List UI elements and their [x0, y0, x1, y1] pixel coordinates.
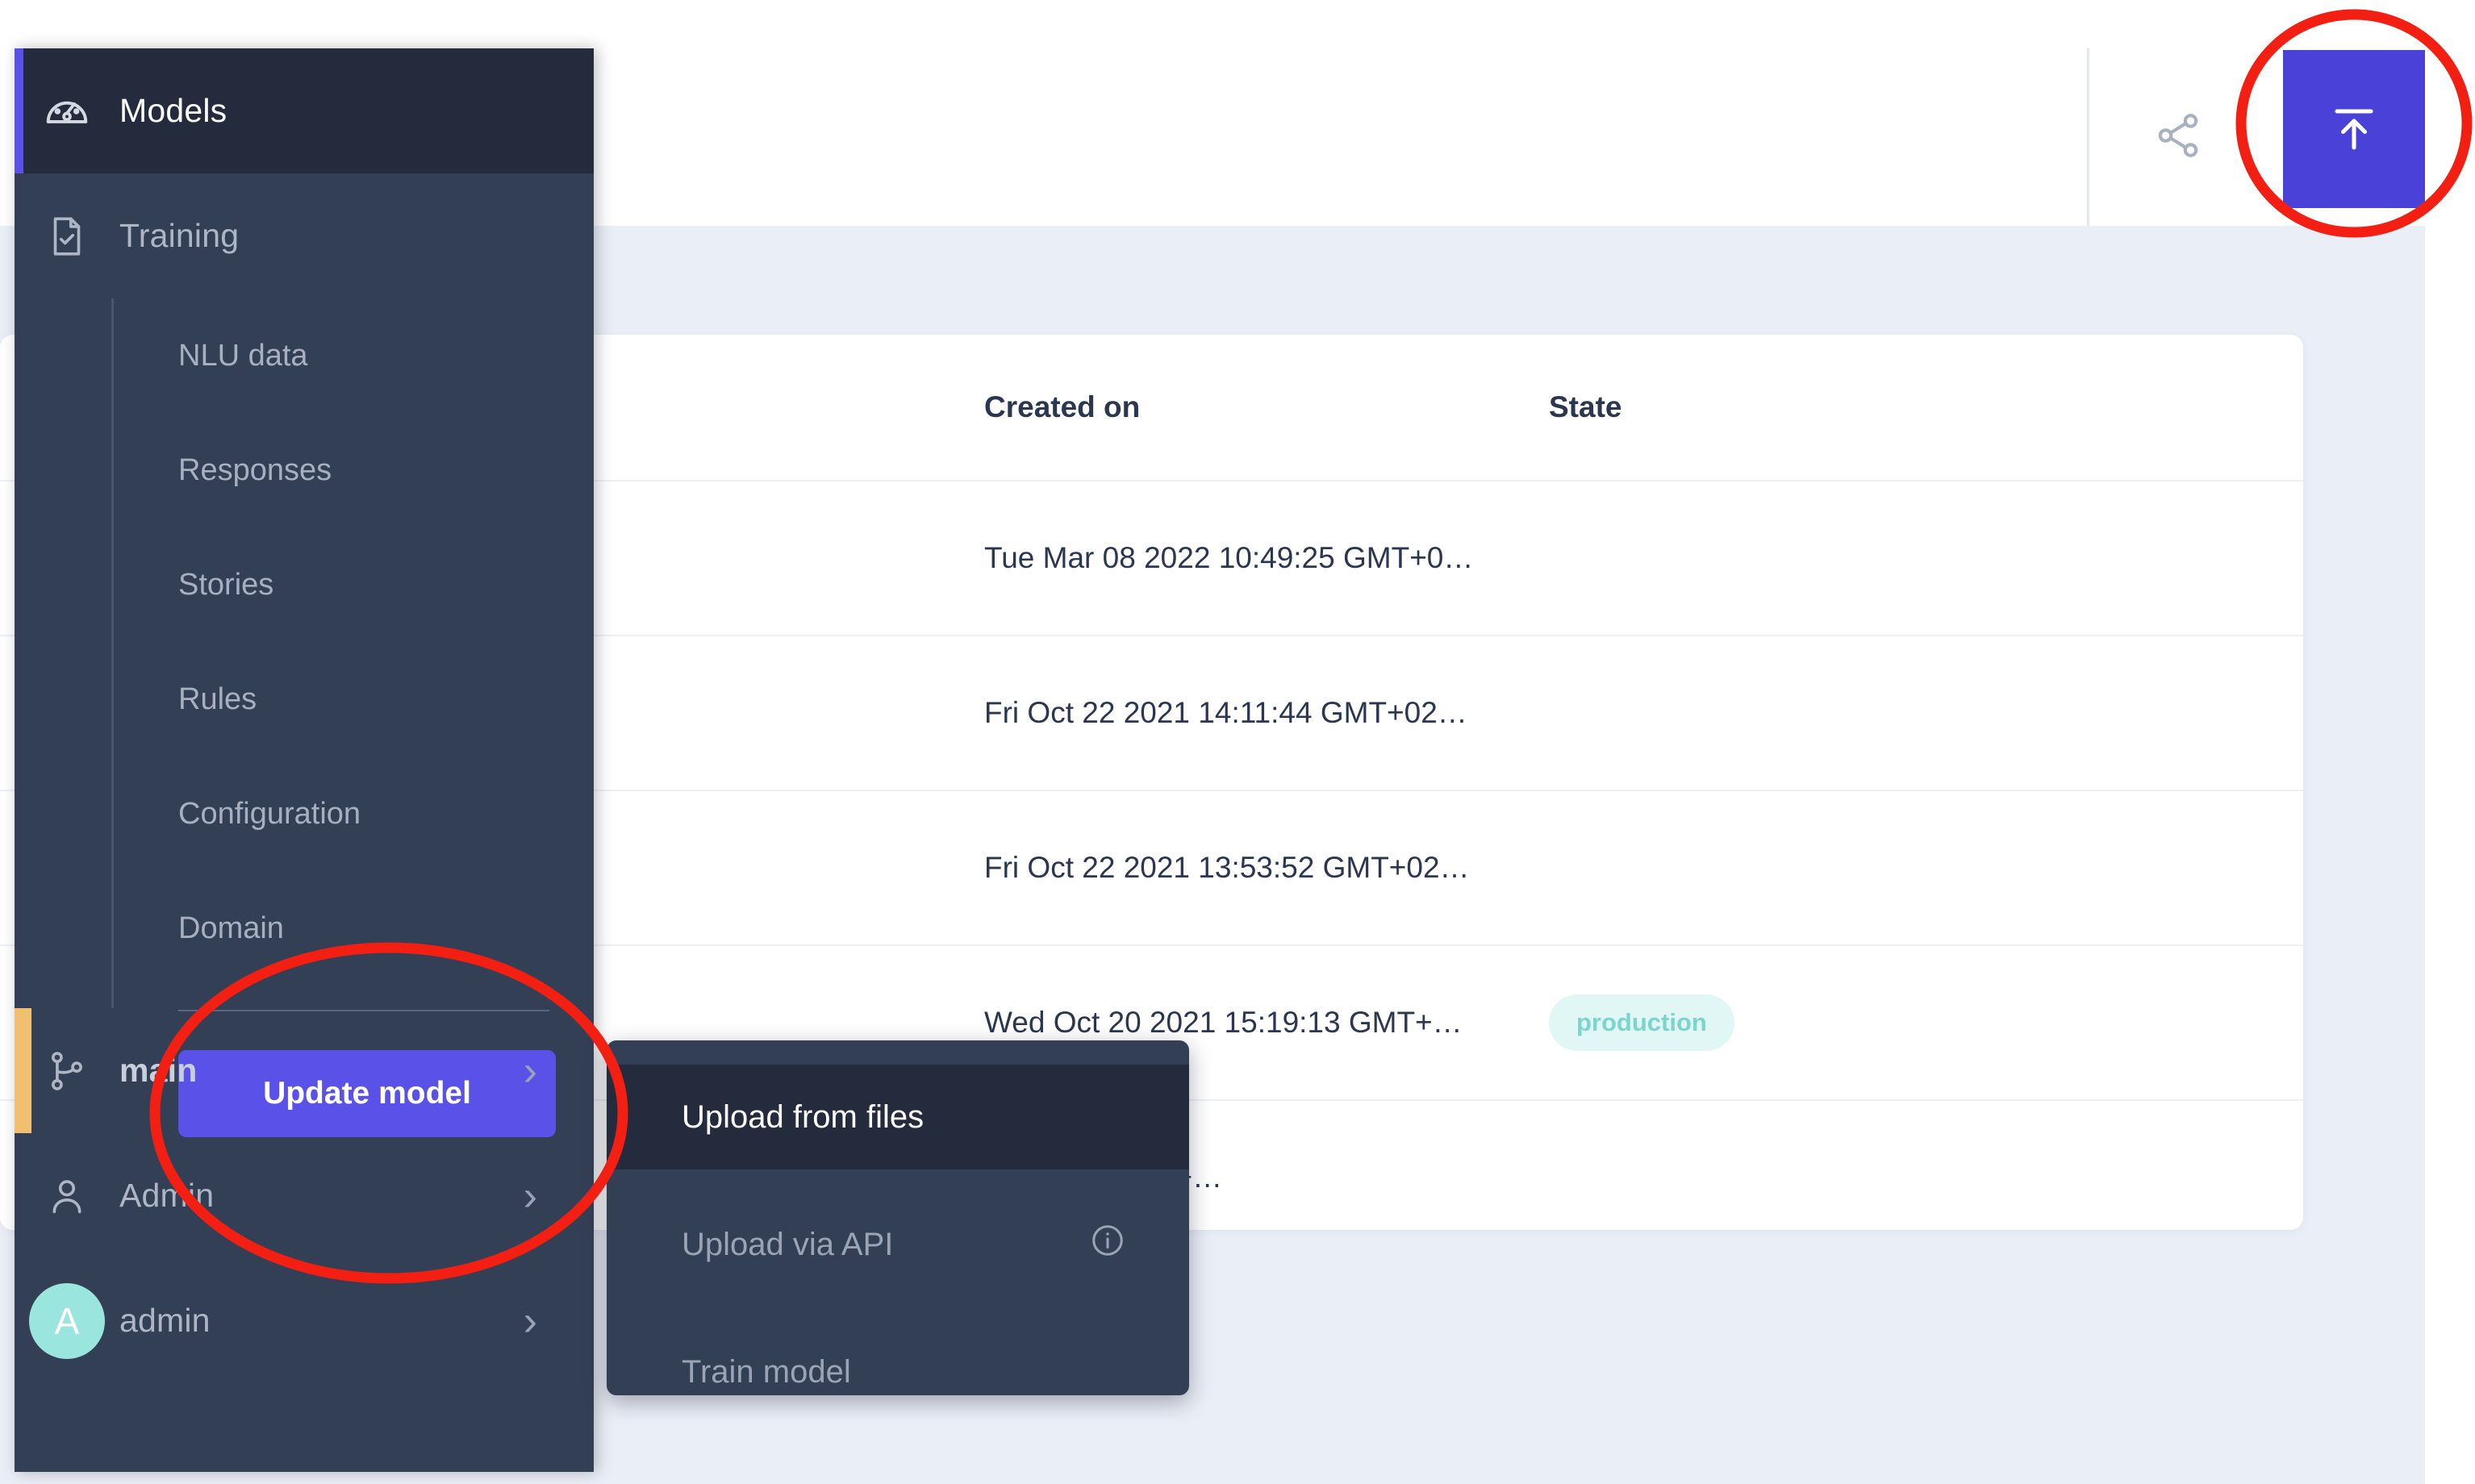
sidebar-item-domain[interactable]: Domain	[114, 871, 594, 986]
sidebar: Models Training NLU data Responses Stori…	[15, 48, 594, 1472]
menu-item-upload-from-files[interactable]: Upload from files	[607, 1065, 1189, 1169]
cell-actions	[2001, 945, 2303, 1101]
toolbar-divider	[2087, 48, 2089, 226]
menu-gap	[607, 1169, 1189, 1192]
menu-item-train-model[interactable]: Train model	[607, 1319, 1189, 1395]
cell-created-on: Fri Oct 22 2021 14:11:44 GMT+02…	[984, 636, 1549, 791]
upload-to-line-icon	[2325, 99, 2383, 160]
sidebar-item-rules[interactable]: Rules	[114, 642, 594, 757]
upload-context-menu: Upload from files Upload via API Train m…	[607, 1040, 1189, 1395]
status-badge: production	[1549, 994, 1734, 1051]
column-header-created-on[interactable]: Created on	[984, 335, 1549, 481]
menu-item-label: Upload via API	[682, 1226, 894, 1262]
sidebar-item-admin[interactable]: Admin ›	[15, 1133, 594, 1258]
sidebar-item-label: main	[119, 1052, 198, 1089]
sidebar-item-training[interactable]: Training	[15, 173, 594, 298]
cell-state	[1549, 481, 2001, 636]
menu-top-padding	[607, 1040, 1189, 1065]
cell-state	[1549, 1100, 2001, 1230]
cell-actions	[2001, 1100, 2303, 1230]
cell-actions	[2001, 636, 2303, 791]
sidebar-item-label: Training	[119, 217, 240, 254]
sidebar-item-stories[interactable]: Stories	[114, 527, 594, 642]
chevron-right-icon: ›	[523, 1172, 537, 1219]
chevron-right-icon: ›	[523, 1297, 537, 1344]
share-button[interactable]	[2146, 105, 2210, 169]
sidebar-item-main[interactable]: main ›	[15, 1008, 594, 1133]
branch-accent-bar	[15, 1008, 31, 1133]
cell-created-on: Tue Mar 08 2022 10:49:25 GMT+0…	[984, 481, 1549, 636]
cell-state	[1549, 790, 2001, 946]
sidebar-item-configuration[interactable]: Configuration	[114, 757, 594, 871]
cell-actions	[2001, 481, 2303, 636]
sidebar-item-label: Admin	[119, 1177, 215, 1214]
sidebar-item-responses[interactable]: Responses	[114, 413, 594, 527]
file-check-icon	[15, 213, 119, 260]
cell-created-on: Fri Oct 22 2021 13:53:52 GMT+02…	[984, 790, 1549, 946]
cell-actions	[2001, 790, 2303, 946]
cell-state: production	[1549, 945, 2001, 1101]
cell-state	[1549, 636, 2001, 791]
column-header-actions	[2001, 335, 2303, 481]
user-icon	[15, 1173, 119, 1219]
chevron-right-icon: ›	[523, 1047, 537, 1094]
upload-model-button[interactable]	[2283, 50, 2425, 208]
active-accent-bar	[15, 48, 23, 173]
avatar-initial: A	[29, 1282, 105, 1359]
sidebar-item-nlu-data[interactable]: NLU data	[114, 298, 594, 413]
menu-gap	[607, 1297, 1189, 1319]
sidebar-item-models[interactable]: Models	[15, 48, 594, 173]
sidebar-item-label: Models	[119, 92, 227, 129]
share-nodes-icon	[2153, 110, 2203, 165]
info-circle-icon[interactable]	[1089, 1222, 1126, 1267]
sidebar-item-user-admin[interactable]: A admin ›	[15, 1258, 594, 1383]
gauge-icon	[15, 86, 119, 136]
avatar: A	[15, 1282, 119, 1359]
column-header-state[interactable]: State	[1549, 335, 2001, 481]
sidebar-item-label: admin	[119, 1302, 211, 1339]
app-root: Created on State -094925 Tue Mar 08 2022…	[0, 0, 2425, 1484]
menu-item-upload-via-api[interactable]: Upload via API	[607, 1192, 1189, 1297]
sidebar-subnav: NLU data Responses Stories Rules Configu…	[111, 298, 594, 1137]
